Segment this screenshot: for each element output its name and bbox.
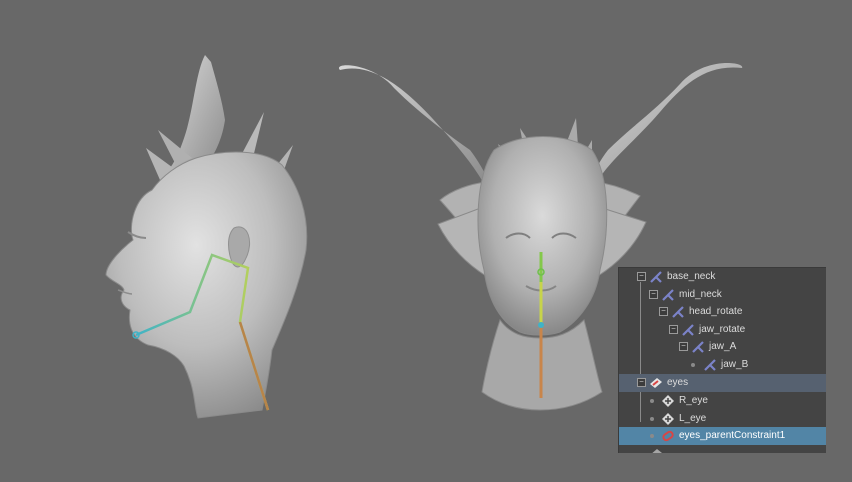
leaf-dot (691, 362, 695, 367)
collapse-toggle[interactable]: − (679, 342, 688, 351)
outliner-item-label: mid_neck (679, 288, 722, 300)
outliner-item-eyes-parent-constraint[interactable]: eyes_parentConstraint1 (619, 427, 826, 445)
outliner-item-head-rotate[interactable]: − head_rotate (619, 303, 826, 321)
outliner-item-r-eye[interactable]: R_eye (619, 392, 826, 410)
outliner-item-label: R_eye (679, 395, 708, 406)
outliner-item-eyes[interactable]: − eyes (619, 374, 826, 392)
leaf-dot (650, 434, 654, 438)
collapse-toggle[interactable]: − (649, 289, 658, 299)
transform-group-icon (652, 449, 662, 453)
joint-icon (682, 323, 694, 336)
outliner-item-jaw-a[interactable]: − jaw_A (619, 338, 826, 356)
transform-group-icon (650, 378, 662, 388)
outliner-item-label: eyes (667, 377, 689, 388)
joint-icon (672, 306, 684, 318)
outliner-item-jaw-b[interactable]: jaw_B (619, 356, 826, 374)
collapse-toggle[interactable]: − (637, 378, 646, 387)
joint-icon (692, 341, 704, 353)
locator-icon (662, 395, 674, 407)
outliner-item-label: jaw_rotate (699, 323, 746, 335)
joint-icon (650, 271, 662, 283)
side-view-head-model[interactable] (105, 55, 308, 419)
outliner-item-label: eyes_parentConstraint1 (679, 430, 786, 441)
leaf-dot (650, 416, 654, 421)
collapse-toggle[interactable]: − (637, 272, 646, 281)
outliner-item-base-neck[interactable]: − base_neck (619, 268, 826, 286)
outliner-item-l-eye[interactable]: L_eye (619, 410, 826, 428)
outliner-item-label: head_rotate (689, 306, 743, 317)
outliner-item-label: jaw_A (709, 341, 737, 352)
collapse-toggle[interactable]: − (659, 307, 668, 316)
outliner-item-label: jaw_B (721, 358, 749, 370)
collapse-toggle[interactable]: − (669, 324, 678, 334)
outliner-item-label: base_neck (667, 271, 716, 282)
outliner-item-label: L_eye (679, 412, 707, 424)
parent-constraint-icon (662, 430, 674, 442)
outliner-panel[interactable]: − base_neck − mid_neck − head_rotate − j… (618, 267, 826, 453)
outliner-item-mid-neck[interactable]: − mid_neck (619, 286, 826, 304)
joint-icon (704, 358, 716, 371)
leaf-dot (650, 399, 654, 403)
outliner-item-jaw-rotate[interactable]: − jaw_rotate (619, 321, 826, 339)
locator-icon (662, 412, 674, 425)
outliner-item-partial[interactable] (619, 445, 826, 453)
joint-icon (662, 288, 674, 301)
